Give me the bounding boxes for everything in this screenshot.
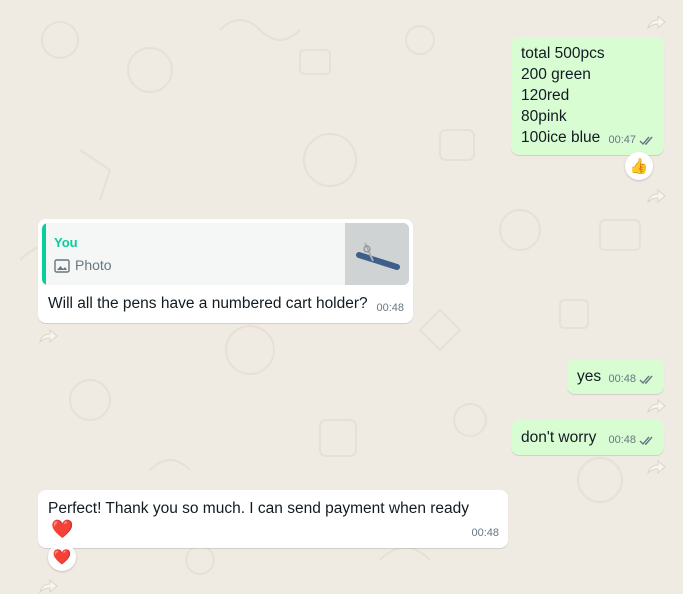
message-time: 00:47 [608, 134, 636, 146]
thumbs-up-icon: 👍 [629, 158, 649, 175]
outgoing-message[interactable]: yes 00:48 [567, 359, 664, 394]
message-meta: 00:48 [376, 298, 404, 319]
quote-type: Photo [54, 255, 112, 276]
message-line: 120red [521, 87, 570, 104]
message-text: Will all the pens have a numbered cart h… [48, 295, 368, 312]
forward-icon[interactable] [646, 188, 666, 204]
message-line: total 500pcs [521, 45, 605, 62]
incoming-message[interactable]: You Photo Will all the pens have a numbe… [38, 219, 413, 323]
message-line: 80pink [521, 108, 567, 125]
double-check-icon [639, 375, 653, 385]
message-time: 00:48 [608, 434, 636, 446]
forward-icon[interactable] [646, 398, 666, 414]
outgoing-message[interactable]: total 500pcs 200 green 120red 80pink 100… [511, 37, 664, 155]
quote-type-label: Photo [75, 257, 112, 273]
message-meta: 00:48 [471, 523, 499, 544]
quote-thumbnail [345, 223, 409, 285]
message-meta: 00:48 [608, 369, 655, 390]
message-time: 00:48 [471, 527, 499, 539]
heart-emoji: ❤️ [51, 519, 74, 539]
message-text: Perfect! Thank you so much. I can send p… [48, 500, 470, 517]
quote-author: You [54, 235, 78, 250]
photo-icon [54, 258, 70, 273]
forward-icon[interactable] [646, 459, 666, 475]
message-line: 200 green [521, 66, 591, 83]
double-check-icon [639, 436, 653, 446]
forward-icon[interactable] [38, 328, 58, 344]
double-check-icon [639, 136, 653, 146]
message-text: don't worry [521, 429, 597, 446]
message-text: yes [577, 368, 602, 385]
forward-icon[interactable] [38, 578, 58, 594]
message-meta: 00:47 [608, 130, 655, 151]
reaction-badge[interactable]: 👍 [625, 152, 653, 180]
forward-icon[interactable] [646, 14, 666, 30]
incoming-message[interactable]: Perfect! Thank you so much. I can send p… [38, 490, 508, 548]
pen-image [345, 223, 409, 285]
message-time: 00:48 [376, 302, 404, 314]
quote-accent-bar [42, 223, 46, 285]
heart-icon: ❤️ [52, 549, 72, 566]
message-time: 00:48 [608, 373, 636, 385]
reaction-badge[interactable]: ❤️ [48, 543, 76, 571]
outgoing-message[interactable]: don't worry 00:48 [511, 420, 664, 455]
quoted-message[interactable]: You Photo [42, 223, 409, 285]
message-meta: 00:48 [608, 430, 655, 451]
